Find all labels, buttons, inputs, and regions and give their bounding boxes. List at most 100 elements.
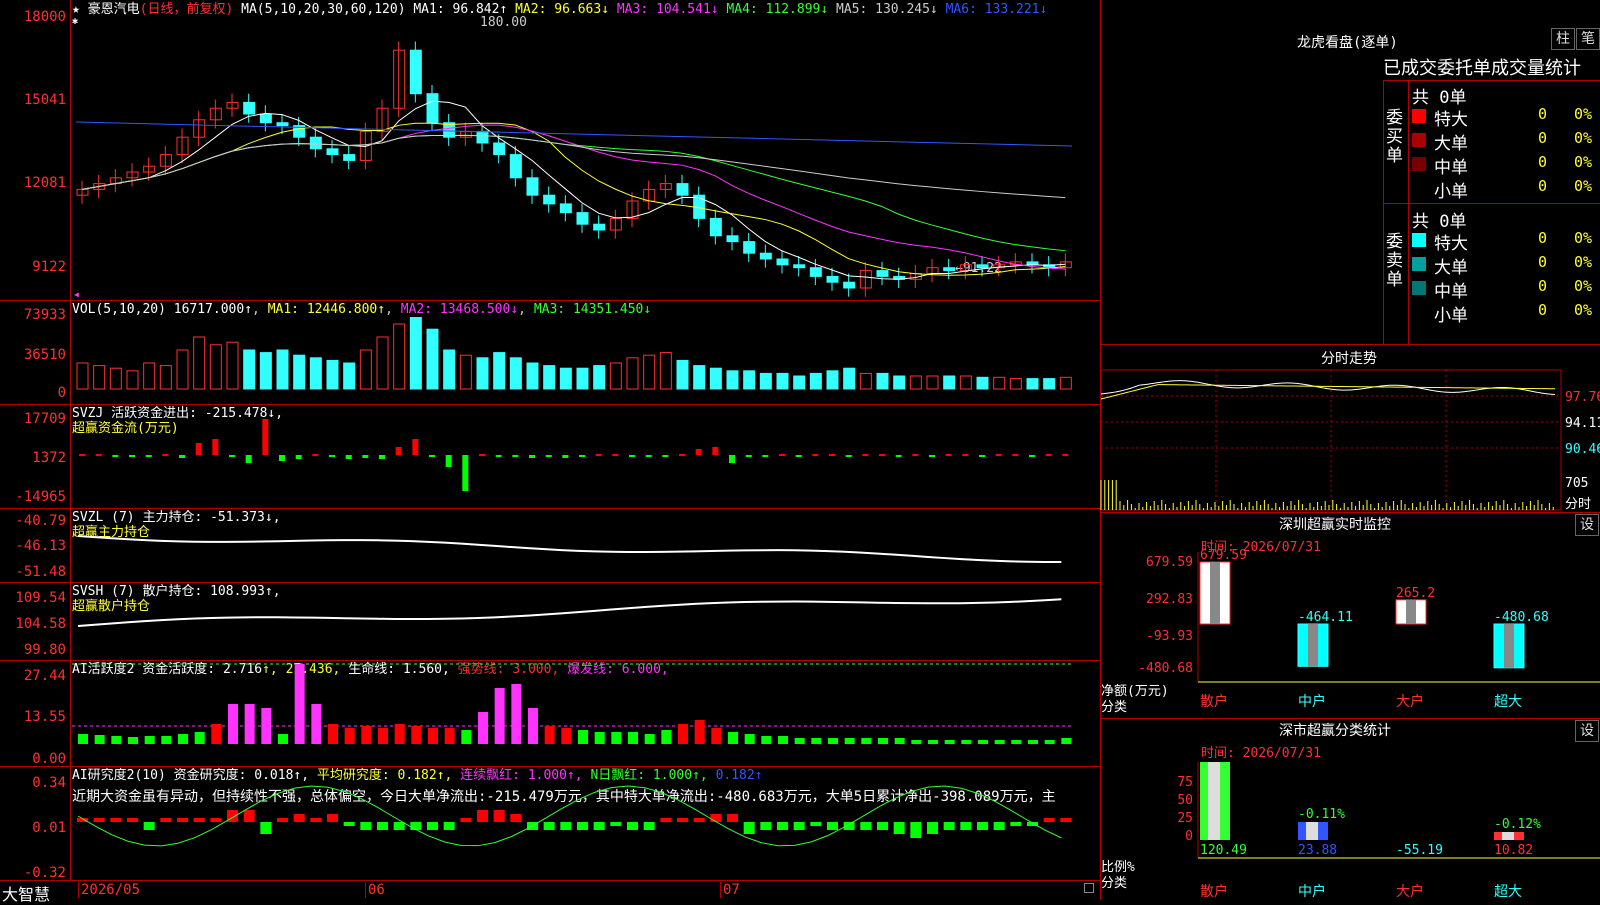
candle-body [476,130,489,144]
volume-bar [976,376,989,390]
sz-monitor-axis-title2: 分类 [1101,700,1128,715]
lhb-tabs[interactable]: 已成交委托单成交量统计 [1383,54,1600,80]
ma3-line [81,124,1066,270]
activity-bar [1028,740,1038,744]
activity-bar [928,740,938,744]
volume-pane[interactable]: 73933 36510 0 VOL(5,10,20) 16717.000↑, M… [0,300,1100,405]
volume-bar [943,375,956,390]
volume-bar [259,352,272,390]
research-bar [860,822,872,830]
research-bar [293,814,305,822]
star-icon: ★ [72,2,80,17]
flow-bar [429,455,435,457]
research-bar [1060,818,1072,822]
brand-logo: 大智慧 [2,885,51,904]
flow-bar [745,455,752,457]
activity-bar [428,728,438,744]
y-label: -480.68 [1138,661,1193,676]
x-label: 07 [720,882,740,898]
research-bar [310,818,322,822]
bar-mode-button[interactable]: 柱 [1551,28,1575,50]
flow-bar [145,455,152,457]
flow-bar [529,455,535,458]
candle-body [493,142,506,156]
bar-category: 大户 [1396,883,1424,900]
activity-bar [278,734,288,744]
y-label: 0 [57,385,66,401]
ma-params: MA(5,10,20,30,60,120) [241,2,406,17]
svzj-chart [79,419,1069,491]
flow-bar [162,454,169,456]
research-bar [543,822,555,830]
volume-bar [543,365,556,390]
flow-bar [662,455,669,457]
net-bar-shade [1406,599,1416,624]
research-bar [760,822,772,830]
tick-mode-button[interactable]: 笔 [1576,28,1600,50]
activity-bar [911,740,922,744]
bar-category: 散户 [1200,883,1228,900]
candle-body [259,113,272,124]
row-pct: 0% [1574,153,1593,171]
research-bar [177,818,188,822]
y-label: 27.44 [23,668,66,684]
ai-research-pane[interactable]: 0.34 0.01 -0.32 AI研究度2(10) 资金研究度: 0.018↑… [0,766,1100,881]
research-bar [193,818,205,822]
kline-chart[interactable] [72,18,1102,298]
y-label: 94.11 [1565,416,1600,431]
lock-icon[interactable] [1084,883,1094,893]
research-bar [377,822,388,830]
svzj-pane[interactable]: 17709 1372 -14965 SVZJ 活跃资金进出: -215.478↓… [0,404,1100,509]
legend-swatch [1412,305,1426,319]
bar-category: 超大 [1494,884,1522,900]
candle-body [826,275,839,283]
activity-bar [611,732,622,744]
research-bar [910,822,922,838]
research-bar [327,814,338,822]
activity-bar [111,736,122,744]
intraday-panel[interactable]: 分时走势 97.76 94.11 90.46 705 分时 [1100,344,1600,513]
research-bar [127,818,138,822]
intraday-chart [1100,369,1562,511]
period-label[interactable]: (日线，前复权) [140,2,234,17]
flow-bar [879,454,885,456]
activity-bar [1044,740,1055,744]
intraday-title: 分时走势 [1321,351,1377,367]
stock-name[interactable]: 豪恩汽电 [88,2,140,17]
buy-side-label: 委买单 [1386,108,1403,166]
y-label: 109.54 [15,590,66,606]
flow-bar [95,454,102,456]
bar-value: -464.11 [1298,610,1353,625]
volume-bar [76,362,89,390]
flow-bar [129,455,135,457]
ai-activity-pane[interactable]: 27.44 13.55 0.00 AI活跃度2 资金活跃度: 2.716↑, 2… [0,660,1100,767]
flow-bar [779,454,785,456]
row-count: 0 [1538,177,1548,195]
row-label: 大单 [1434,134,1468,154]
research-bar [627,822,638,830]
candle-body [426,93,439,124]
research-bar [843,822,855,830]
svzl-pane[interactable]: -40.79 -46.13 -51.48 SVZL (7) 主力持仓: -51.… [0,508,1100,583]
research-bar [777,822,788,830]
flow-bar [795,455,802,457]
flow-bar [212,439,219,455]
activity-bar [778,736,788,744]
research-bar [927,822,938,834]
flow-bar [845,455,852,457]
flow-bar [279,455,285,461]
research-bar [560,822,572,830]
main-position-line [77,535,1062,564]
volume-bar [209,344,222,390]
activity-bar [944,740,955,744]
y-label: 12081 [23,175,66,191]
flow-bar [729,455,735,463]
research-bar [877,822,888,830]
flow-bar [629,455,635,457]
kline-pane[interactable]: 18000 15041 12081 9122 ★ 豪恩汽电(日线，前复权) MA… [0,0,1100,301]
flow-bar [612,454,619,456]
row-pct: 0% [1574,253,1593,271]
kline-y-axis: 18000 15041 12081 9122 [0,0,71,300]
svsh-pane[interactable]: 109.54 104.58 99.80 SVSH (7) 散户持仓: 108.9… [0,582,1100,661]
activity-bar [128,737,138,744]
